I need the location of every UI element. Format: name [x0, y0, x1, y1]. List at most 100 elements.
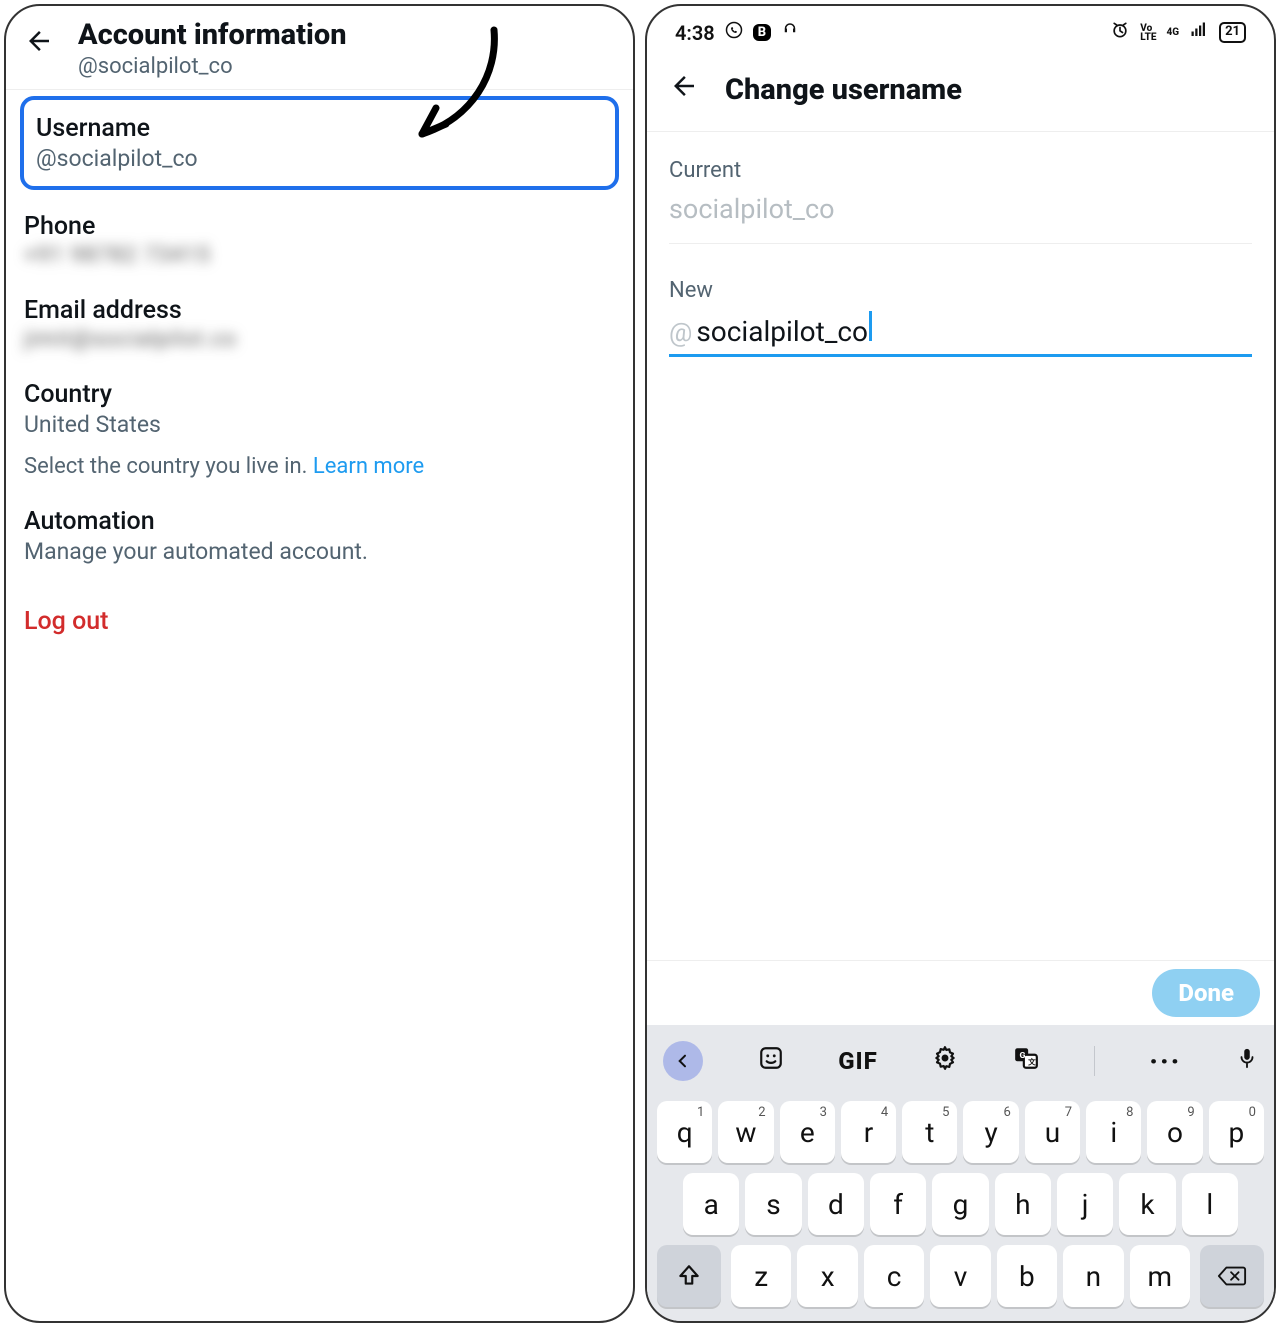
country-row[interactable]: Country United States Select the country… [24, 366, 615, 493]
key-r[interactable]: r4 [841, 1101, 896, 1163]
back-button[interactable] [669, 71, 699, 109]
toolbar-separator [1094, 1046, 1095, 1076]
header: Change username [647, 53, 1274, 132]
translate-button[interactable]: G文 [1013, 1045, 1039, 1077]
phone-account-info: Account information @socialpilot_co User… [4, 4, 635, 1323]
keyboard: GIF G文 ··· q1w2e3r4t5y6u7i8o9p0 asdfghjk… [647, 1025, 1274, 1321]
key-k[interactable]: k [1119, 1173, 1175, 1235]
username-value: @socialpilot_co [36, 145, 603, 172]
key-u[interactable]: u7 [1025, 1101, 1080, 1163]
country-help-text: Select the country you live in. Learn mo… [24, 454, 615, 479]
backspace-icon [1217, 1264, 1247, 1288]
done-bar: Done [647, 960, 1274, 1025]
key-j[interactable]: j [1057, 1173, 1113, 1235]
automation-value: Manage your automated account. [24, 538, 615, 565]
key-s[interactable]: s [745, 1173, 801, 1235]
key-super-3: 3 [820, 1105, 827, 1120]
status-time: 4:38 [675, 21, 715, 45]
current-username-block: Current socialpilot_co [669, 158, 1252, 244]
email-row[interactable]: Email address jimit@socialpilot.co [24, 282, 615, 366]
text-cursor-icon [869, 311, 872, 341]
key-o[interactable]: o9 [1147, 1101, 1202, 1163]
key-super-1: 1 [697, 1105, 704, 1120]
keyboard-row-1: q1w2e3r4t5y6u7i8o9p0 [653, 1101, 1268, 1163]
shift-key[interactable] [657, 1245, 721, 1307]
back-button[interactable] [24, 18, 54, 64]
key-b[interactable]: b [997, 1245, 1057, 1307]
key-i[interactable]: i8 [1086, 1101, 1141, 1163]
key-n[interactable]: n [1063, 1245, 1123, 1307]
done-button[interactable]: Done [1152, 969, 1260, 1017]
whatsapp-icon [725, 21, 743, 44]
new-username-input[interactable]: @ socialpilot_co [669, 311, 1252, 357]
gif-button[interactable]: GIF [838, 1047, 878, 1075]
key-x[interactable]: x [797, 1245, 857, 1307]
volte-icon: VoLTE [1140, 24, 1156, 42]
more-button[interactable]: ··· [1149, 1045, 1181, 1078]
key-q[interactable]: q1 [657, 1101, 712, 1163]
key-d[interactable]: d [808, 1173, 864, 1235]
shift-icon [676, 1263, 702, 1289]
key-h[interactable]: h [995, 1173, 1051, 1235]
key-f[interactable]: f [870, 1173, 926, 1235]
country-value: United States [24, 411, 615, 438]
key-v[interactable]: v [930, 1245, 990, 1307]
backspace-key[interactable] [1200, 1245, 1264, 1307]
country-help-prefix: Select the country you live in. [24, 454, 313, 479]
logout-button[interactable]: Log out [24, 607, 615, 636]
current-value: socialpilot_co [669, 193, 1252, 244]
automation-row[interactable]: Automation Manage your automated account… [24, 493, 615, 579]
key-m[interactable]: m [1130, 1245, 1190, 1307]
translate-icon: G文 [1013, 1045, 1039, 1071]
username-label: Username [36, 114, 603, 143]
key-g[interactable]: g [932, 1173, 988, 1235]
key-super-9: 9 [1187, 1105, 1194, 1120]
key-p[interactable]: p0 [1209, 1101, 1264, 1163]
new-username-block: New @ socialpilot_co [669, 278, 1252, 357]
back-arrow-icon [669, 71, 699, 101]
key-super-2: 2 [758, 1105, 765, 1120]
key-t[interactable]: t5 [902, 1101, 957, 1163]
country-label: Country [24, 380, 615, 409]
key-c[interactable]: c [864, 1245, 924, 1307]
more-icon: ··· [1149, 1045, 1181, 1078]
network-4g-icon: 4G [1166, 28, 1179, 37]
battery-icon: 21 [1219, 22, 1246, 43]
key-super-0: 0 [1249, 1105, 1256, 1120]
microphone-icon [1236, 1045, 1258, 1071]
key-super-7: 7 [1065, 1105, 1072, 1120]
sticker-icon [758, 1045, 784, 1071]
key-l[interactable]: l [1182, 1173, 1238, 1235]
header: Account information @socialpilot_co [6, 6, 633, 90]
status-bar: 4:38 B VoLTE 4G 21 [647, 6, 1274, 53]
phone-row[interactable]: Phone +91 98782 73415 [24, 198, 615, 282]
back-arrow-icon [24, 26, 54, 56]
sticker-button[interactable] [758, 1045, 784, 1077]
key-z[interactable]: z [731, 1245, 791, 1307]
key-y[interactable]: y6 [963, 1101, 1018, 1163]
signal-icon [1189, 21, 1209, 44]
key-e[interactable]: e3 [780, 1101, 835, 1163]
key-w[interactable]: w2 [718, 1101, 773, 1163]
email-label: Email address [24, 296, 615, 325]
svg-text:文: 文 [1028, 1057, 1036, 1067]
automation-label: Automation [24, 507, 615, 536]
voice-input-button[interactable] [1236, 1045, 1258, 1077]
key-super-8: 8 [1126, 1105, 1133, 1120]
gear-icon [932, 1045, 958, 1071]
current-label: Current [669, 158, 1252, 183]
settings-button[interactable] [932, 1045, 958, 1077]
chevron-left-icon [675, 1053, 691, 1069]
keyboard-row-2: asdfghjkl [653, 1173, 1268, 1235]
kbd-collapse-button[interactable] [663, 1041, 703, 1081]
phone-label: Phone [24, 212, 615, 241]
page-title: Change username [725, 73, 962, 107]
key-super-4: 4 [881, 1105, 888, 1120]
page-subtitle: @socialpilot_co [78, 54, 347, 79]
app-badge-icon: B [753, 24, 771, 41]
headset-icon [781, 21, 799, 44]
svg-text:G: G [1020, 1051, 1026, 1061]
learn-more-link[interactable]: Learn more [313, 454, 424, 479]
key-a[interactable]: a [683, 1173, 739, 1235]
username-row[interactable]: Username @socialpilot_co [20, 96, 619, 190]
